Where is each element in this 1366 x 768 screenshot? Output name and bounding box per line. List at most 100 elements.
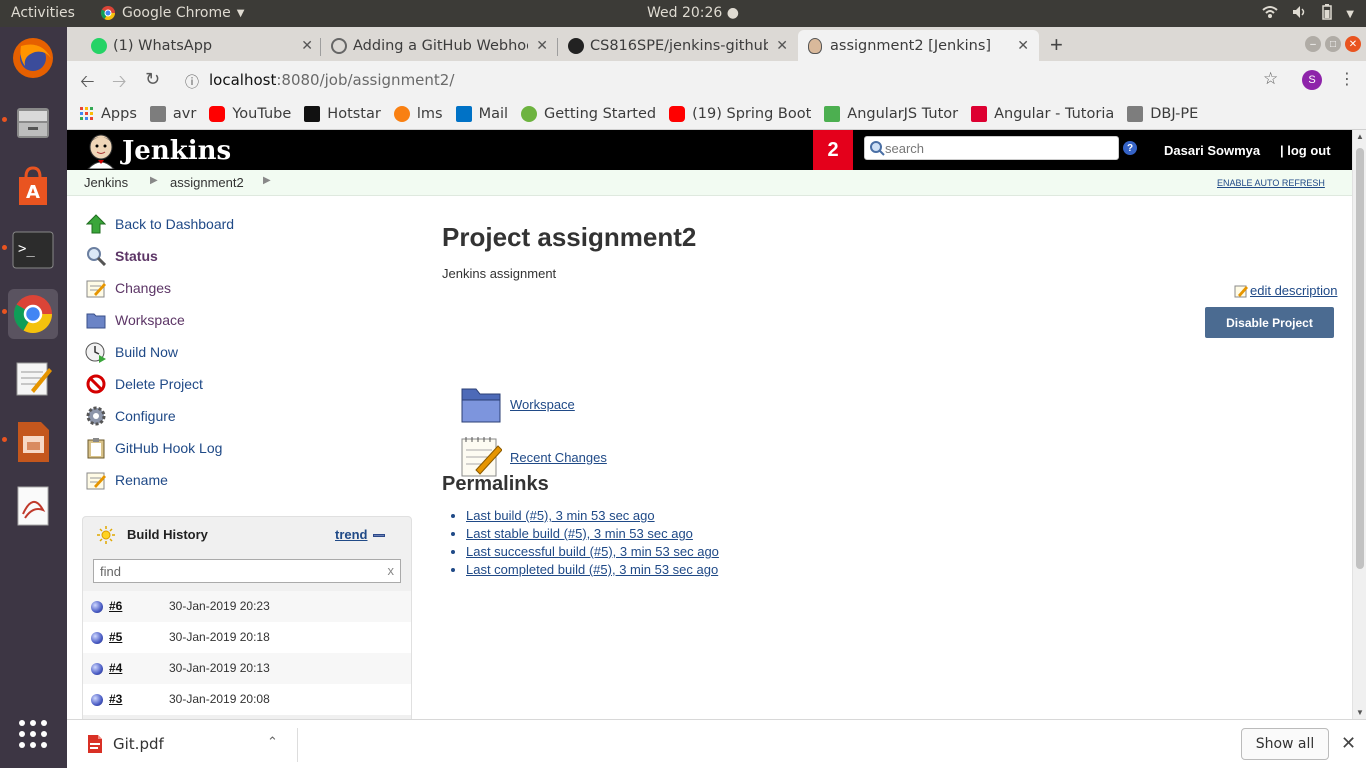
permalink-item[interactable]: Last successful build (#5), 3 min 53 sec… — [466, 544, 719, 562]
task-github-hook-log[interactable]: GitHub Hook Log — [85, 436, 222, 460]
show-applications-icon[interactable] — [8, 709, 58, 759]
user-name-link[interactable]: Dasari Sowmya — [1164, 143, 1260, 158]
show-all-downloads-button[interactable]: Show all — [1241, 728, 1329, 760]
build-number-link[interactable]: #4 — [109, 661, 122, 675]
logout-link[interactable]: | log out — [1280, 143, 1331, 158]
permalink-last-successful-build[interactable]: Last successful build (#5), 3 min 53 sec… — [466, 544, 719, 559]
activities-button[interactable]: Activities — [11, 5, 75, 21]
bookmark-lms[interactable]: lms — [393, 106, 443, 122]
permalink-last-build[interactable]: Last build (#5), 3 min 53 sec ago — [466, 508, 655, 523]
task-configure[interactable]: Configure — [85, 404, 176, 428]
enable-auto-refresh-link[interactable]: ENABLE AUTO REFRESH — [1217, 178, 1325, 188]
build-date[interactable]: 30-Jan-2019 20:18 — [169, 630, 270, 644]
task-workspace[interactable]: Workspace — [85, 308, 185, 332]
scrollbar-thumb[interactable] — [1356, 148, 1364, 569]
chrome-dock-icon[interactable] — [8, 289, 58, 339]
firefox-icon[interactable] — [8, 33, 58, 83]
workspace-link[interactable]: Workspace — [460, 384, 575, 424]
build-row[interactable]: #5 30-Jan-2019 20:18 — [83, 622, 411, 653]
task-back-to-dashboard[interactable]: Back to Dashboard — [85, 212, 234, 236]
new-tab-button[interactable]: + — [1050, 32, 1063, 58]
task-rename[interactable]: Rename — [85, 468, 168, 492]
bookmark-angular-tutorial[interactable]: Angular - Tutoria — [971, 106, 1114, 122]
reload-button[interactable]: ↻ — [145, 69, 160, 90]
tab-github-webhook[interactable]: Adding a GitHub Webhoo ✕ — [321, 30, 558, 61]
app-menu[interactable]: Google Chrome ▼ — [100, 5, 244, 21]
bookmark-hotstar[interactable]: Hotstar — [304, 106, 381, 122]
build-date[interactable]: 30-Jan-2019 20:23 — [169, 599, 270, 613]
jenkins-logo[interactable]: Jenkins — [84, 133, 231, 169]
tab-github-repo[interactable]: CS816SPE/jenkins-github ✕ — [558, 30, 798, 61]
profile-avatar[interactable]: S — [1302, 70, 1322, 90]
address-bar[interactable]: localhost:8080/job/assignment2/ — [209, 66, 1309, 94]
breadcrumb-jenkins[interactable]: Jenkins — [84, 175, 128, 190]
task-build-now[interactable]: Build Now — [85, 340, 178, 364]
bookmark-star-icon[interactable]: ☆ — [1263, 69, 1278, 89]
search-input[interactable]: search — [864, 136, 1119, 160]
close-icon[interactable]: ✕ — [1341, 733, 1356, 754]
build-number-link[interactable]: #5 — [109, 630, 122, 644]
build-date[interactable]: 30-Jan-2019 20:13 — [169, 661, 270, 675]
software-center-icon[interactable]: A — [8, 161, 58, 211]
bookmark-getting-started[interactable]: Getting Started — [521, 106, 656, 122]
help-icon[interactable]: ? — [1123, 141, 1137, 155]
build-date[interactable]: 30-Jan-2019 20:08 — [169, 692, 270, 706]
build-number-link[interactable]: #6 — [109, 599, 122, 613]
close-icon[interactable]: ✕ — [776, 38, 788, 54]
page-scrollbar[interactable]: ▲ ▼ — [1352, 130, 1366, 719]
permalink-item[interactable]: Last stable build (#5), 3 min 53 sec ago — [466, 526, 719, 544]
task-delete-project[interactable]: Delete Project — [85, 372, 203, 396]
document-viewer-icon[interactable] — [8, 481, 58, 531]
breadcrumb-arrow-icon[interactable]: ▶ — [263, 175, 271, 186]
collapse-icon[interactable] — [373, 534, 385, 537]
files-icon[interactable] — [8, 97, 58, 147]
scroll-down-icon[interactable]: ▼ — [1356, 708, 1364, 717]
bookmark-mail[interactable]: Mail — [455, 106, 508, 122]
build-number-link[interactable]: #3 — [109, 692, 122, 706]
permalink-last-stable-build[interactable]: Last stable build (#5), 3 min 53 sec ago — [466, 526, 693, 541]
breadcrumb-arrow-icon[interactable]: ▶ — [150, 175, 158, 186]
notification-badge[interactable]: 2 — [813, 130, 853, 170]
build-row[interactable]: #3 30-Jan-2019 20:08 — [83, 684, 411, 715]
build-row[interactable]: #4 30-Jan-2019 20:13 — [83, 653, 411, 684]
scroll-up-icon[interactable]: ▲ — [1356, 132, 1364, 141]
close-icon[interactable]: ✕ — [301, 38, 313, 54]
tab-whatsapp[interactable]: (1) WhatsApp ✕ — [81, 30, 323, 61]
info-icon[interactable]: ⓘ — [185, 72, 199, 92]
permalink-item[interactable]: Last build (#5), 3 min 53 sec ago — [466, 508, 719, 526]
tab-jenkins-active[interactable]: assignment2 [Jenkins] ✕ — [798, 30, 1039, 61]
edit-description-link[interactable]: edit description — [1234, 283, 1337, 298]
permalink-item[interactable]: Last completed build (#5), 3 min 53 sec … — [466, 562, 719, 580]
task-changes[interactable]: Changes — [85, 276, 171, 300]
find-input[interactable]: find x — [93, 559, 401, 583]
menu-kebab-icon[interactable]: ⋮ — [1339, 69, 1355, 89]
trend-link[interactable]: trend — [335, 527, 368, 542]
task-status[interactable]: Status — [85, 244, 158, 268]
maximize-button[interactable]: □ — [1325, 36, 1341, 52]
system-tray[interactable]: ▼ — [1262, 4, 1354, 24]
bookmark-youtube[interactable]: YouTube — [209, 106, 291, 122]
close-icon[interactable]: ✕ — [536, 38, 548, 54]
bookmark-dbj-pe[interactable]: DBJ-PE — [1127, 106, 1198, 122]
impress-icon[interactable] — [8, 417, 58, 467]
bookmark-avr[interactable]: avr — [149, 106, 196, 122]
close-window-button[interactable]: ✕ — [1345, 36, 1361, 52]
bookmark-apps[interactable]: Apps — [80, 106, 137, 122]
terminal-icon[interactable]: >_ — [8, 225, 58, 275]
bookmark-angularjs[interactable]: AngularJS Tutor — [824, 106, 958, 122]
breadcrumb-assignment2[interactable]: assignment2 — [170, 175, 244, 190]
bookmark-spring-boot[interactable]: (19) Spring Boot — [669, 106, 811, 122]
download-item[interactable]: Git.pdf — [87, 734, 164, 754]
disable-project-button[interactable]: Disable Project — [1205, 307, 1334, 338]
permalink-last-completed-build[interactable]: Last completed build (#5), 3 min 53 sec … — [466, 562, 718, 577]
back-button[interactable]: 🡠 — [80, 69, 95, 99]
forward-button[interactable]: 🡢 — [112, 69, 127, 99]
clear-find-button[interactable]: x — [388, 563, 395, 578]
close-icon[interactable]: ✕ — [1017, 38, 1029, 54]
text-editor-icon[interactable] — [8, 353, 58, 403]
minimize-button[interactable]: – — [1305, 36, 1321, 52]
clock[interactable]: Wed 20:26 ● — [647, 5, 739, 21]
recent-changes-link[interactable]: Recent Changes — [460, 436, 607, 478]
chevron-up-icon[interactable]: ⌃ — [267, 734, 278, 750]
build-row[interactable]: #6 30-Jan-2019 20:23 — [83, 591, 411, 622]
